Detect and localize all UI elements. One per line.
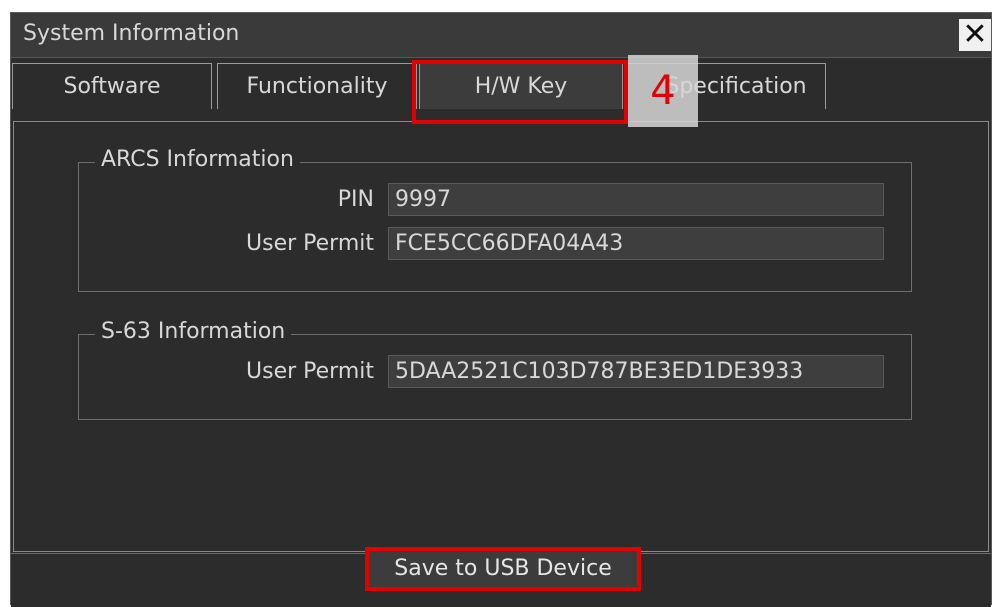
window-title: System Information	[23, 21, 240, 46]
tab-content-panel: ARCS Information PIN 9997 User Permit FC…	[13, 121, 989, 552]
arcs-information-legend: ARCS Information	[95, 147, 300, 172]
arcs-user-permit-label: User Permit	[246, 231, 374, 256]
tab-hw-key[interactable]: H/W Key	[419, 63, 623, 109]
s63-user-permit-field: 5DAA2521C103D787BE3ED1DE3933	[388, 355, 884, 388]
close-icon[interactable]: ✕	[959, 19, 991, 51]
step-number-badge: 4	[628, 55, 698, 127]
s63-user-permit-label: User Permit	[246, 359, 374, 384]
arcs-information-group: ARCS Information PIN 9997 User Permit FC…	[78, 147, 912, 292]
title-bar: System Information ✕	[11, 13, 991, 58]
s63-information-legend: S-63 Information	[95, 319, 292, 344]
pin-field: 9997	[388, 183, 884, 216]
tab-functionality[interactable]: Functionality	[217, 63, 417, 109]
save-to-usb-button[interactable]: Save to USB Device	[368, 550, 638, 588]
tab-software[interactable]: Software	[12, 63, 212, 109]
s63-information-group: S-63 Information User Permit 5DAA2521C10…	[78, 319, 912, 420]
pin-label: PIN	[337, 187, 374, 212]
arcs-user-permit-field: FCE5CC66DFA04A43	[388, 227, 884, 260]
